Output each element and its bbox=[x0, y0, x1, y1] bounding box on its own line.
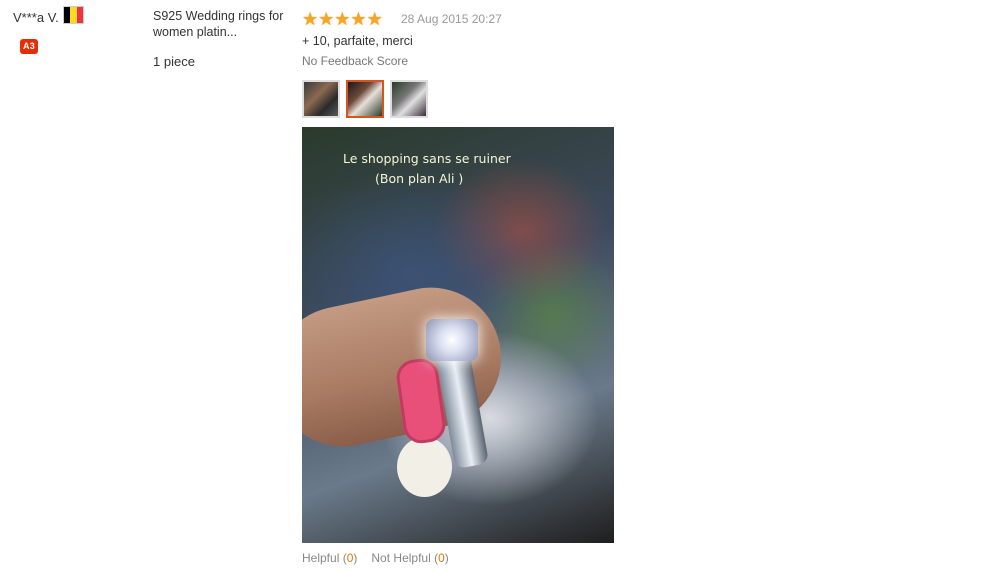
review-comment: + 10, parfaite, merci bbox=[302, 34, 413, 48]
buyer-name: V***a V. bbox=[13, 10, 59, 25]
review-photo[interactable]: Le shopping sans se ruiner (Bon plan Ali… bbox=[302, 127, 614, 543]
helpful-label: Helpful bbox=[302, 551, 340, 565]
product-title-link[interactable]: S925 Wedding rings for women platin... bbox=[153, 8, 293, 40]
star-icon: ★ bbox=[366, 9, 383, 29]
photo-caption: Le shopping sans se ruiner (Bon plan Ali… bbox=[302, 149, 614, 189]
star-rating: ★ ★ ★ ★ ★ bbox=[302, 10, 383, 28]
star-icon: ★ bbox=[318, 9, 335, 29]
star-icon: ★ bbox=[350, 9, 367, 29]
helpful-button[interactable]: Helpful (0) bbox=[302, 551, 357, 565]
photo-ring-stone bbox=[426, 319, 478, 361]
review-date: 28 Aug 2015 20:27 bbox=[401, 12, 502, 26]
not-helpful-label: Not Helpful bbox=[371, 551, 431, 565]
photo-caption-line2: (Bon plan Ali ) bbox=[375, 171, 464, 186]
feedback-score: No Feedback Score bbox=[302, 54, 409, 68]
photo-thumbnail[interactable] bbox=[390, 80, 428, 118]
not-helpful-count: 0 bbox=[438, 551, 445, 565]
buyer-level-badge: A3 bbox=[20, 39, 38, 54]
photo-pad bbox=[397, 437, 452, 497]
photo-caption-line1: Le shopping sans se ruiner bbox=[343, 151, 511, 166]
helpful-row: Helpful (0) Not Helpful (0) bbox=[302, 551, 449, 565]
belgium-flag-icon bbox=[63, 6, 84, 24]
star-icon: ★ bbox=[334, 9, 351, 29]
not-helpful-button[interactable]: Not Helpful (0) bbox=[371, 551, 448, 565]
photo-thumbnail[interactable] bbox=[302, 80, 340, 118]
order-quantity: 1 piece bbox=[153, 54, 195, 69]
star-icon: ★ bbox=[302, 9, 319, 29]
photo-thumbnail-selected[interactable] bbox=[346, 80, 384, 118]
photo-thumbnails bbox=[302, 80, 428, 118]
